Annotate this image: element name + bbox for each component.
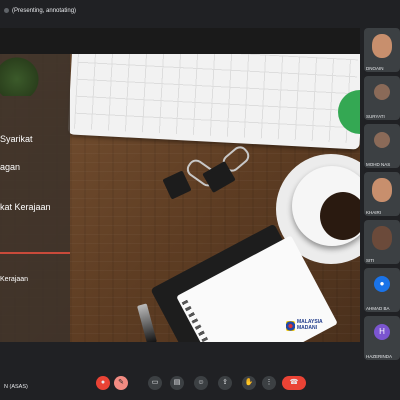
participant-avatar [374, 84, 390, 100]
presenter-status: (Presenting, annotating) [4, 8, 76, 14]
participant-name: MOHD NAS [366, 162, 391, 167]
end-call-icon: ☎ [289, 379, 299, 386]
captions-button[interactable]: ▤ [170, 376, 184, 390]
raise-hand-button[interactable]: ✋ [242, 376, 256, 390]
slide-text-line: agan [0, 162, 21, 172]
participant-name: DNOAIN [366, 66, 384, 71]
participant-avatar: H [374, 324, 390, 340]
emblem-icon [286, 320, 295, 331]
participant-name: AHMAD BA [366, 306, 390, 311]
slide-text-line: Syarikat [0, 134, 33, 144]
presenter-avatar-icon [4, 8, 9, 13]
participant-avatar: ● [374, 276, 390, 292]
camera-icon: ▭ [151, 379, 159, 386]
slide-text-panel: Syarikat agan kat Kerajaan Kerajaan [0, 54, 70, 342]
participant-tile[interactable]: SITI [364, 220, 400, 264]
keyboard-image [67, 54, 360, 150]
divider-line [0, 252, 70, 254]
more-icon: ⋮ [265, 379, 273, 386]
participant-tile[interactable]: DNOAIN [364, 28, 400, 72]
more-options-button[interactable]: ⋮ [262, 376, 276, 390]
top-bar: (Presenting, annotating) [0, 0, 400, 26]
shared-slide: Syarikat agan kat Kerajaan Kerajaan MALA… [0, 54, 360, 342]
slide-text-line: kat Kerajaan [0, 202, 51, 212]
emoji-icon: ☺ [197, 379, 205, 386]
logo-line-2: MADANI [297, 324, 317, 331]
raise-hand-icon: ✋ [244, 379, 254, 386]
participant-name: KHAIRI [366, 210, 382, 215]
malaysia-madani-logo: MALAYSIA MADANI [286, 319, 323, 331]
captions-icon: ▤ [173, 379, 181, 386]
slide-text-line: Kerajaan [0, 276, 29, 283]
plant-image [0, 54, 42, 96]
mic-off-icon: ● [100, 379, 106, 386]
participant-tile[interactable]: SURYATI [364, 76, 400, 120]
participant-name: SURYATI [366, 114, 385, 119]
end-call-button[interactable]: ☎ [282, 376, 306, 390]
participant-name: SITI [366, 258, 375, 263]
participant-tile[interactable]: ● AHMAD BA [364, 268, 400, 312]
annotate-icon: ✎ [118, 379, 124, 386]
present-icon: ⇪ [222, 379, 228, 386]
meeting-name: N (ASAS) [4, 384, 28, 390]
participant-tile[interactable]: H HAZERINDA [364, 316, 400, 360]
mic-toggle-button[interactable]: ● [96, 376, 110, 390]
annotate-button[interactable]: ✎ [114, 376, 128, 390]
participant-video [372, 178, 392, 202]
participant-video [372, 34, 392, 58]
participant-tile[interactable]: MOHD NAS [364, 124, 400, 168]
emoji-button[interactable]: ☺ [194, 376, 208, 390]
participant-name: HAZERINDA [366, 354, 393, 359]
present-button[interactable]: ⇪ [218, 376, 232, 390]
participant-tile[interactable]: KHAIRI [364, 172, 400, 216]
participant-avatar [374, 132, 390, 148]
camera-toggle-button[interactable]: ▭ [148, 376, 162, 390]
participant-video [372, 226, 392, 250]
presenter-label: (Presenting, annotating) [12, 8, 77, 15]
